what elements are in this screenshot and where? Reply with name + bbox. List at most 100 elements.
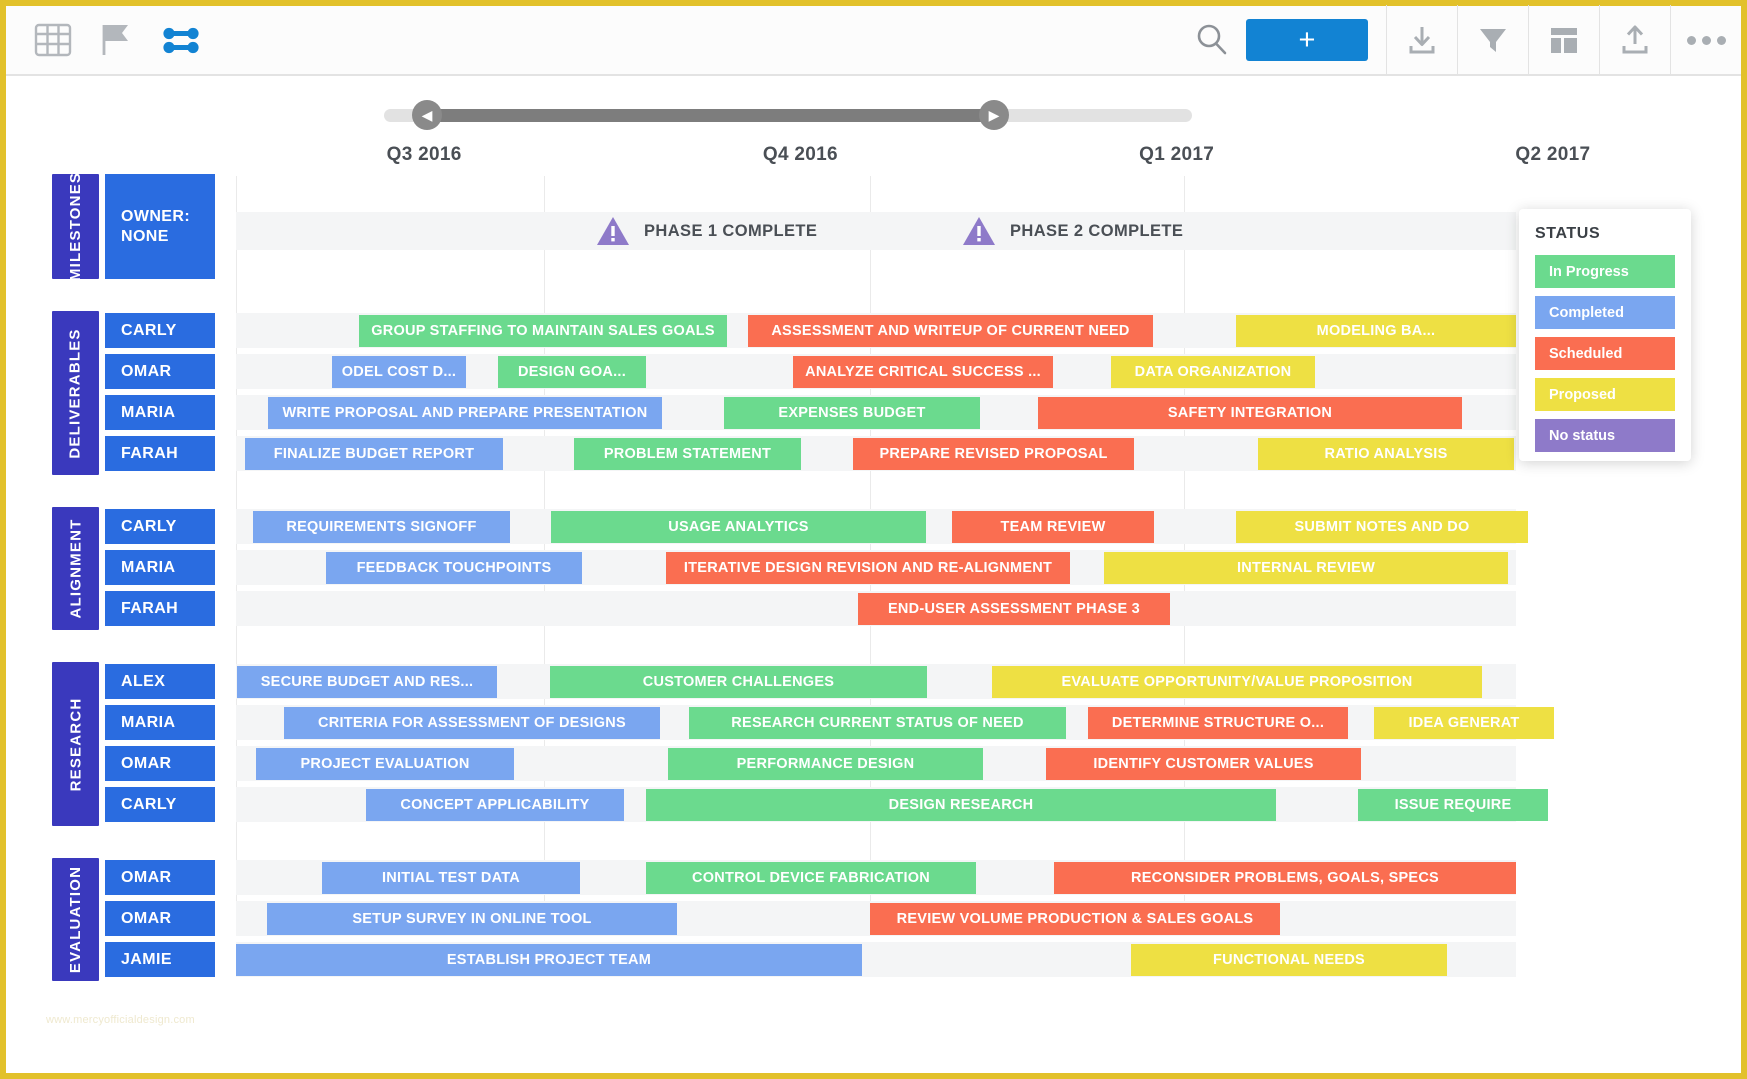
task-bar[interactable]: PROJECT EVALUATION (256, 747, 514, 780)
layout-icon[interactable] (1529, 5, 1599, 75)
section-category-alignment[interactable]: ALIGNMENT (52, 507, 99, 630)
task-bar-label: IDEA GENERAT (1408, 714, 1520, 731)
owner-cell[interactable]: FARAH (105, 591, 215, 626)
owner-cell[interactable]: MARIA (105, 395, 215, 430)
milestone-label: PHASE 1 COMPLETE (644, 221, 818, 240)
task-bar[interactable]: SAFETY INTEGRATION (1038, 396, 1462, 429)
task-bar[interactable]: PERFORMANCE DESIGN (668, 747, 983, 780)
slider-track[interactable]: ◀ ▶ (384, 100, 1192, 130)
owner-label: FARAH (121, 444, 179, 462)
milestone-marker[interactable]: PHASE 1 COMPLETE (596, 216, 817, 246)
owner-cell[interactable]: FARAH (105, 436, 215, 471)
owner-cell[interactable]: OMAR (105, 746, 215, 781)
task-bar[interactable]: DESIGN GOA... (498, 355, 646, 388)
task-bar-label: FEEDBACK TOUCHPOINTS (356, 559, 552, 576)
section-category-research[interactable]: RESEARCH (52, 662, 99, 826)
task-bar[interactable]: CONTROL DEVICE FABRICATION (646, 861, 976, 894)
task-bar[interactable]: FINALIZE BUDGET REPORT (245, 437, 503, 470)
download-icon[interactable] (1387, 5, 1457, 75)
more-icon[interactable] (1671, 5, 1741, 75)
task-bar-label: ITERATIVE DESIGN REVISION AND RE-ALIGNME… (683, 559, 1053, 576)
owner-cell[interactable]: CARLY (105, 313, 215, 348)
task-bar[interactable]: INTERNAL REVIEW (1104, 551, 1508, 584)
owner-cell[interactable]: CARLY (105, 509, 215, 544)
task-bar[interactable]: FEEDBACK TOUCHPOINTS (326, 551, 582, 584)
owner-cell[interactable]: MARIA (105, 705, 215, 740)
milestone-marker[interactable]: PHASE 2 COMPLETE (962, 216, 1183, 246)
status-legend-label: In Progress (1549, 263, 1629, 280)
timeline-view-icon[interactable] (158, 21, 204, 59)
task-bar[interactable]: CONCEPT APPLICABILITY (366, 788, 624, 821)
owner-label: MARIA (121, 403, 176, 421)
task-bar[interactable]: TEAM REVIEW (952, 510, 1154, 543)
task-bar[interactable]: DATA ORGANIZATION (1111, 355, 1315, 388)
filter-icon[interactable] (1458, 5, 1528, 75)
status-legend-item[interactable]: Scheduled (1535, 337, 1675, 370)
owner-cell[interactable]: CARLY (105, 787, 215, 822)
owner-cell[interactable]: OMAR (105, 860, 215, 895)
section-category-evaluation[interactable]: EVALUATION (52, 858, 99, 981)
owner-label: OMAR (121, 868, 172, 886)
milestone-row-band (236, 212, 1516, 250)
section-category-deliverables[interactable]: DELIVERABLES (52, 311, 99, 475)
owner-cell[interactable]: OWNER: NONE (105, 174, 215, 279)
task-bar[interactable]: ASSESSMENT AND WRITEUP OF CURRENT NEED (748, 314, 1153, 347)
task-bar[interactable]: ISSUE REQUIRE (1358, 788, 1548, 821)
task-bar-label: TEAM REVIEW (1000, 518, 1106, 535)
status-legend-item[interactable]: In Progress (1535, 255, 1675, 288)
flag-view-icon[interactable] (98, 21, 132, 59)
task-bar[interactable]: SUBMIT NOTES AND DO (1236, 510, 1528, 543)
upload-icon[interactable] (1600, 5, 1670, 75)
slider-handle-right[interactable]: ▶ (979, 100, 1009, 130)
task-bar[interactable]: SETUP SURVEY IN ONLINE TOOL (267, 902, 677, 935)
add-button[interactable]: + (1246, 19, 1368, 61)
task-bar[interactable]: IDENTIFY CUSTOMER VALUES (1046, 747, 1361, 780)
task-bar[interactable]: PREPARE REVISED PROPOSAL (853, 437, 1134, 470)
status-legend-item[interactable]: Proposed (1535, 378, 1675, 411)
owner-cell[interactable]: OMAR (105, 901, 215, 936)
task-bar[interactable]: ANALYZE CRITICAL SUCCESS ... (793, 355, 1053, 388)
task-bar[interactable]: USAGE ANALYTICS (551, 510, 926, 543)
task-bar[interactable]: SECURE BUDGET AND RES... (237, 665, 497, 698)
timeline-range-slider[interactable]: ◀ ▶ (6, 94, 1741, 138)
task-bar[interactable]: REVIEW VOLUME PRODUCTION & SALES GOALS (870, 902, 1280, 935)
task-bar[interactable]: GROUP STAFFING TO MAINTAIN SALES GOALS (359, 314, 727, 347)
task-bar-label: PREPARE REVISED PROPOSAL (879, 445, 1108, 462)
task-bar[interactable]: RECONSIDER PROBLEMS, GOALS, SPECS (1054, 861, 1516, 894)
task-bar[interactable]: MODELING BA... (1236, 314, 1516, 347)
task-bar[interactable]: ESTABLISH PROJECT TEAM (236, 943, 862, 976)
task-bar[interactable]: CUSTOMER CHALLENGES (550, 665, 927, 698)
owner-label: OMAR (121, 754, 172, 772)
status-legend-item[interactable]: Completed (1535, 296, 1675, 329)
task-bar[interactable]: PROBLEM STATEMENT (574, 437, 801, 470)
task-bar[interactable]: DETERMINE STRUCTURE O... (1088, 706, 1348, 739)
section-category-milestones[interactable]: MILESTONES (52, 172, 99, 281)
search-icon[interactable] (1184, 5, 1240, 75)
task-bar[interactable]: ODEL COST D... (332, 355, 466, 388)
task-bar[interactable]: EVALUATE OPPORTUNITY/VALUE PROPOSITION (992, 665, 1482, 698)
task-bar-label: FUNCTIONAL NEEDS (1213, 951, 1365, 968)
owner-cell[interactable]: MARIA (105, 550, 215, 585)
task-bar[interactable]: ITERATIVE DESIGN REVISION AND RE-ALIGNME… (666, 551, 1070, 584)
task-bar-label: CONCEPT APPLICABILITY (400, 796, 590, 813)
task-bar[interactable]: RESEARCH CURRENT STATUS OF NEED (689, 706, 1066, 739)
grid-view-icon[interactable] (34, 21, 72, 59)
owner-cell[interactable]: JAMIE (105, 942, 215, 977)
task-bar[interactable]: EXPENSES BUDGET (724, 396, 980, 429)
slider-handle-left[interactable]: ◀ (412, 100, 442, 130)
task-bar[interactable]: END-USER ASSESSMENT PHASE 3 (858, 592, 1170, 625)
task-bar[interactable]: REQUIREMENTS SIGNOFF (253, 510, 510, 543)
status-legend-item[interactable]: No status (1535, 419, 1675, 452)
task-bar[interactable]: FUNCTIONAL NEEDS (1131, 943, 1447, 976)
task-bar-label: RECONSIDER PROBLEMS, GOALS, SPECS (1131, 869, 1439, 886)
task-bar[interactable]: CRITERIA FOR ASSESSMENT OF DESIGNS (284, 706, 660, 739)
task-bar-label: IDENTIFY CUSTOMER VALUES (1093, 755, 1314, 772)
task-bar[interactable]: WRITE PROPOSAL AND PREPARE PRESENTATION (268, 396, 662, 429)
task-bar-label: REVIEW VOLUME PRODUCTION & SALES GOALS (896, 910, 1254, 927)
task-bar[interactable]: RATIO ANALYSIS (1258, 437, 1514, 470)
owner-cell[interactable]: ALEX (105, 664, 215, 699)
owner-cell[interactable]: OMAR (105, 354, 215, 389)
task-bar[interactable]: INITIAL TEST DATA (322, 861, 580, 894)
task-bar[interactable]: DESIGN RESEARCH (646, 788, 1276, 821)
task-bar[interactable]: IDEA GENERAT (1374, 706, 1554, 739)
